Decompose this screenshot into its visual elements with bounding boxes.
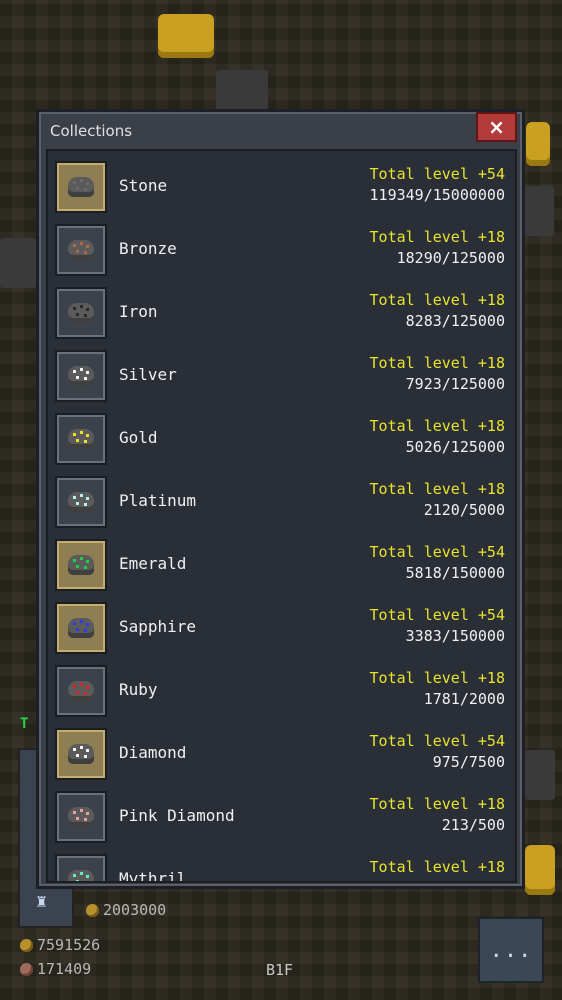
- collection-name: Emerald: [119, 554, 187, 573]
- rock-block: [0, 238, 36, 288]
- collection-name: Stone: [119, 176, 168, 195]
- copper-amount: 171409: [37, 960, 92, 978]
- collection-row[interactable]: Mythril Total level +18: [48, 850, 515, 883]
- gold-coin-icon: [86, 903, 99, 917]
- collection-progress: 3383/150000: [405, 627, 505, 645]
- collection-progress: 1781/2000: [423, 690, 505, 708]
- collection-row[interactable]: Iron Total level +18 8283/125000: [48, 283, 515, 346]
- total-level-bonus: Total level +18: [369, 480, 505, 498]
- item-slot[interactable]: [55, 539, 107, 591]
- total-level-bonus: Total level +18: [369, 228, 505, 246]
- ore-icon: [68, 807, 94, 827]
- total-level-bonus: Total level +18: [369, 291, 505, 309]
- ore-icon: [68, 240, 94, 260]
- collection-name: Diamond: [119, 743, 187, 762]
- total-level-bonus: Total level +54: [369, 606, 505, 624]
- item-slot[interactable]: [55, 602, 107, 654]
- collections-list[interactable]: Stone Total level +54 119349/15000000 Bronz…: [46, 149, 517, 883]
- gold-amount: 2003000: [103, 901, 167, 919]
- collection-name: Ruby: [119, 680, 158, 699]
- ore-icon: [68, 303, 94, 323]
- collection-progress: 119349/15000000: [369, 186, 505, 204]
- collection-progress: 2120/5000: [423, 501, 505, 519]
- coin-counter: 7591526: [20, 936, 100, 954]
- collection-progress: 5026/125000: [405, 438, 505, 456]
- floor-label: B1F: [266, 961, 294, 979]
- collection-row[interactable]: Diamond Total level +54 975/7500: [48, 724, 515, 787]
- dialog-title: Collections: [50, 122, 133, 140]
- ore-icon: [68, 555, 94, 575]
- ore-icon: [68, 870, 94, 881]
- status-letter: T: [20, 716, 29, 732]
- total-level-bonus: Total level +54: [369, 543, 505, 561]
- total-level-bonus: Total level +18: [369, 795, 505, 813]
- gold-ore-block: [158, 14, 214, 58]
- collection-progress: 18290/125000: [396, 249, 505, 267]
- coin-amount: 7591526: [37, 936, 101, 954]
- item-slot[interactable]: [55, 476, 107, 528]
- copper-counter: 171409: [20, 960, 91, 978]
- rock-block: [525, 750, 555, 800]
- close-button[interactable]: ×: [476, 112, 517, 142]
- item-slot[interactable]: [55, 224, 107, 276]
- ore-icon: [68, 429, 94, 449]
- collection-name: Silver: [119, 365, 177, 384]
- ore-icon: [68, 366, 94, 386]
- collection-progress: 8283/125000: [405, 312, 505, 330]
- collection-progress: 5818/150000: [405, 564, 505, 582]
- collection-row[interactable]: Gold Total level +18 5026/125000: [48, 409, 515, 472]
- collection-row[interactable]: Stone Total level +54 119349/15000000: [48, 157, 515, 220]
- ore-icon: [68, 681, 94, 701]
- item-slot[interactable]: [55, 791, 107, 843]
- collection-row[interactable]: Ruby Total level +18 1781/2000: [48, 661, 515, 724]
- ore-icon: [68, 492, 94, 512]
- collection-row[interactable]: Emerald Total level +54 5818/150000: [48, 535, 515, 598]
- item-slot[interactable]: [55, 413, 107, 465]
- total-level-bonus: Total level +18: [369, 669, 505, 687]
- collection-row[interactable]: Platinum Total level +18 2120/5000: [48, 472, 515, 535]
- collection-name: Pink Diamond: [119, 806, 235, 825]
- gold-counter: 2003000: [86, 901, 166, 919]
- rock-block: [524, 186, 554, 236]
- collection-row[interactable]: Silver Total level +18 7923/125000: [48, 346, 515, 409]
- rock-block: [216, 70, 268, 110]
- total-level-bonus: Total level +54: [369, 165, 505, 183]
- gold-ore-block: [526, 122, 550, 166]
- item-slot[interactable]: [55, 161, 107, 213]
- total-level-bonus: Total level +18: [369, 354, 505, 372]
- item-slot[interactable]: [55, 728, 107, 780]
- ore-icon: [68, 618, 94, 638]
- collection-name: Sapphire: [119, 617, 197, 636]
- ore-icon: [68, 177, 94, 197]
- collection-progress: 975/7500: [432, 753, 505, 771]
- collection-name: Mythril: [119, 869, 187, 883]
- item-slot[interactable]: [55, 350, 107, 402]
- copper-coin-icon: [20, 962, 33, 976]
- item-slot[interactable]: [55, 287, 107, 339]
- total-level-bonus: Total level +54: [369, 732, 505, 750]
- collection-name: Iron: [119, 302, 158, 321]
- item-slot[interactable]: [55, 854, 107, 881]
- collection-row[interactable]: Sapphire Total level +54 3383/150000: [48, 598, 515, 661]
- item-slot[interactable]: [55, 665, 107, 717]
- collection-row[interactable]: Bronze Total level +18 18290/125000: [48, 220, 515, 283]
- collection-name: Platinum: [119, 491, 197, 510]
- collection-progress: 213/500: [441, 816, 505, 834]
- collection-progress: 7923/125000: [405, 375, 505, 393]
- gold-ore-block: [525, 845, 555, 895]
- menu-button[interactable]: ...: [478, 917, 544, 983]
- collection-row[interactable]: Pink Diamond Total level +18 213/500: [48, 787, 515, 850]
- coin-icon: [20, 938, 33, 952]
- ore-icon: [68, 744, 94, 764]
- character-icon: ♜: [36, 891, 47, 912]
- total-level-bonus: Total level +18: [369, 417, 505, 435]
- collection-name: Bronze: [119, 239, 177, 258]
- collections-dialog: Collections × Stone Total level +54 119349…: [36, 109, 525, 889]
- collection-name: Gold: [119, 428, 158, 447]
- total-level-bonus: Total level +18: [369, 858, 505, 876]
